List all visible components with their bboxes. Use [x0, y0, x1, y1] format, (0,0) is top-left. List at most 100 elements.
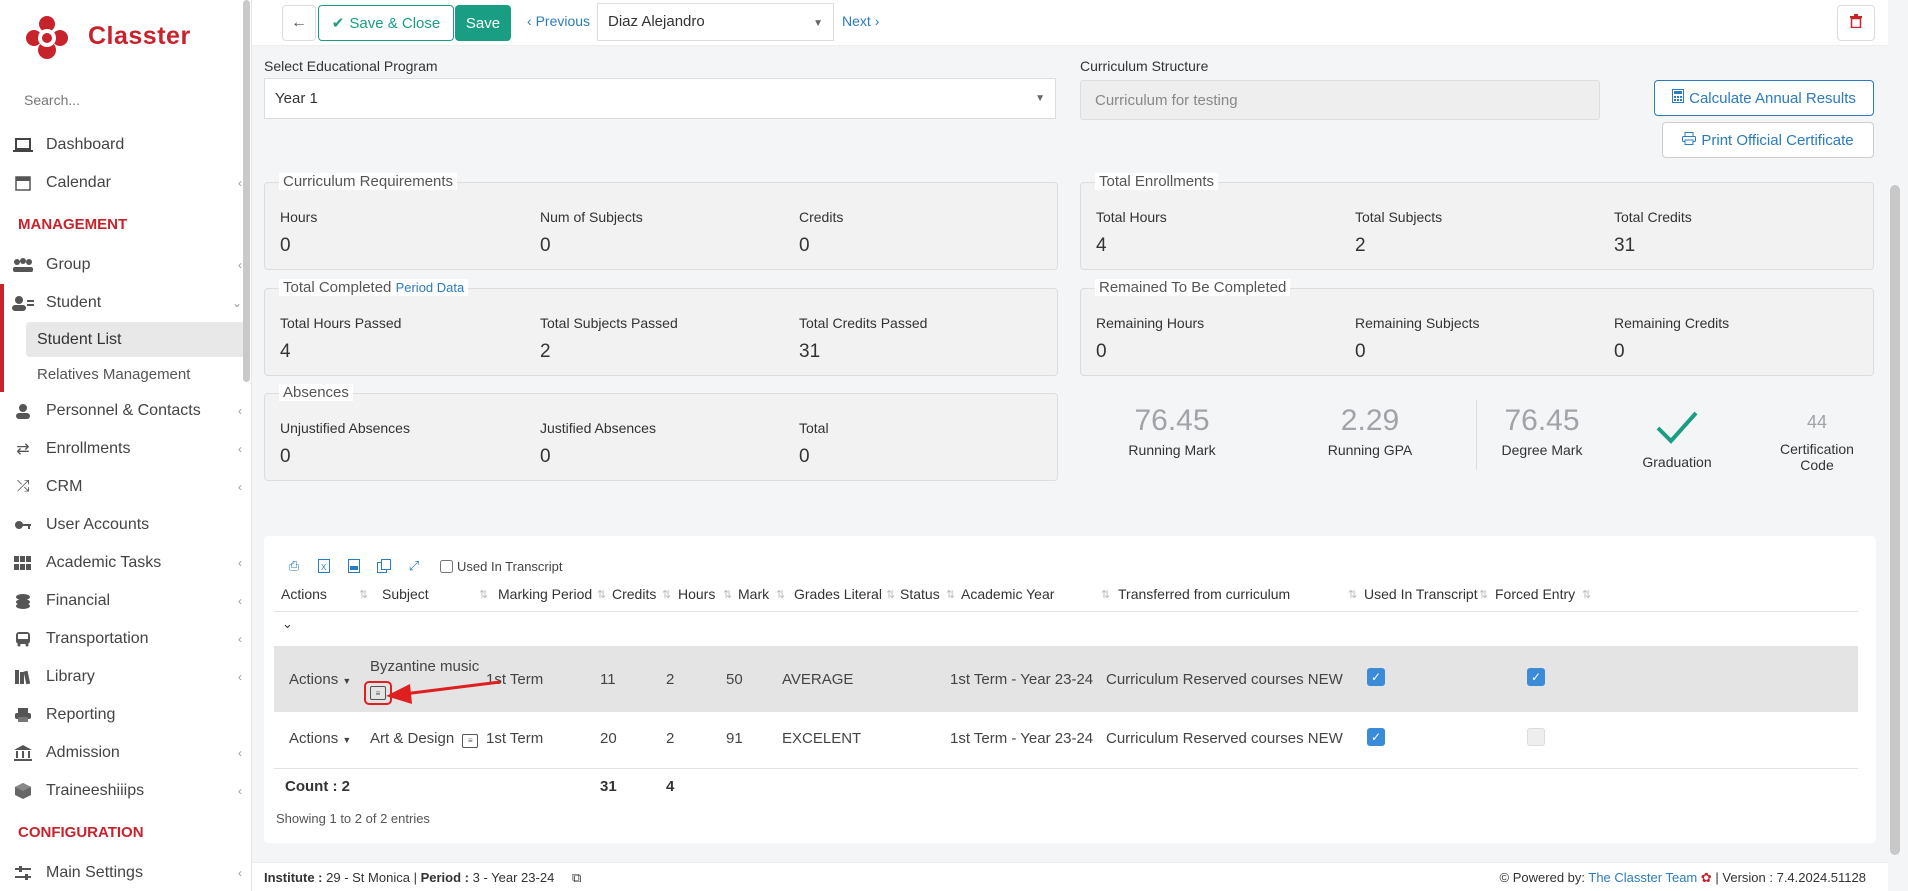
sort-icon[interactable]: ⇅ — [359, 588, 368, 601]
nav-reporting[interactable]: Reporting — [0, 696, 252, 734]
stat-label: Remaining Subjects — [1355, 315, 1480, 331]
degree-mark-value: 76.45 — [1504, 404, 1580, 437]
back-button[interactable]: ← — [282, 5, 316, 41]
sort-icon[interactable]: ⇅ — [1582, 588, 1591, 601]
save-button[interactable]: Save — [455, 5, 511, 41]
logo[interactable]: Classter — [24, 10, 191, 62]
footer-credits: © Powered by: The Classter Team ✿ | Vers… — [1500, 870, 1866, 886]
nav-calendar[interactable]: Calendar ‹ — [0, 164, 252, 202]
stat-value: 0 — [540, 446, 551, 467]
table-row[interactable]: Actions ▼ Art & Design ≡ 1st Term 20 2 9… — [274, 712, 1858, 768]
period-data-link[interactable]: Period Data — [396, 280, 465, 295]
bank-icon — [10, 743, 36, 763]
next-link[interactable]: Next › — [842, 13, 879, 29]
sort-icon[interactable]: ⇅ — [597, 588, 606, 601]
previous-label: Previous — [535, 13, 591, 29]
col-hours[interactable]: Hours — [678, 586, 715, 602]
nav-crm[interactable]: ⤮ CRM ‹ — [0, 468, 252, 506]
col-used-in-transcript[interactable]: Used In Transcript — [1364, 586, 1478, 602]
actions-dropdown[interactable]: Actions ▼ — [289, 730, 351, 747]
stat-label: Unjustified Absences — [280, 420, 410, 436]
nav-personnel[interactable]: Personnel & Contacts ‹ — [0, 392, 252, 430]
nav-relatives-management[interactable]: Relatives Management — [4, 357, 252, 392]
nav-financial[interactable]: Financial ‹ — [0, 582, 252, 620]
collapse-chevron-icon[interactable]: ⌄ — [282, 616, 293, 632]
sort-icon[interactable]: ⇅ — [1101, 588, 1110, 601]
nav-transportation[interactable]: Transportation ‹ — [0, 620, 252, 658]
previous-link[interactable]: ‹ Previous — [527, 13, 590, 29]
year-cell: 1st Term - Year 23-24 — [950, 730, 1094, 747]
laptop-icon — [10, 135, 36, 155]
curriculum-field[interactable]: Curriculum for testing — [1080, 80, 1600, 120]
team-link[interactable]: The Classter Team — [1588, 870, 1697, 885]
nav-enrollments[interactable]: ⇄ Enrollments ‹ — [0, 430, 252, 468]
print-certificate-button[interactable]: Print Official Certificate — [1662, 122, 1874, 158]
cert-value: 44 — [1806, 412, 1828, 432]
col-forced-entry[interactable]: Forced Entry — [1495, 586, 1575, 602]
copy-icon[interactable]: ⧉ — [572, 870, 581, 885]
used-in-transcript-filter[interactable]: Used In Transcript — [440, 559, 563, 574]
nav-group[interactable]: Group ‹ — [0, 246, 252, 284]
copy-icon[interactable] — [374, 556, 394, 576]
mark-cell: 91 — [726, 730, 743, 747]
nav-traineeships[interactable]: Traineeshiiips ‹ — [0, 772, 252, 810]
stat-value: 0 — [1096, 341, 1107, 362]
sort-icon[interactable]: ⇅ — [723, 588, 732, 601]
running-mark-value: 76.45 — [1134, 404, 1210, 437]
powered-label: Powered by: — [1512, 870, 1585, 885]
col-credits[interactable]: Credits — [612, 586, 656, 602]
nav-student-list[interactable]: Student List — [26, 322, 248, 357]
nav-main-settings[interactable]: Main Settings ‹ — [0, 854, 252, 891]
nav-dashboard[interactable]: Dashboard — [0, 126, 252, 164]
col-status[interactable]: Status — [900, 586, 940, 602]
nav-admission[interactable]: Admission ‹ — [0, 734, 252, 772]
chevron-left-icon: ‹ — [238, 670, 242, 684]
calculate-annual-results-button[interactable]: Calculate Annual Results — [1654, 80, 1874, 116]
col-academic-year[interactable]: Academic Year — [961, 586, 1054, 602]
col-grades-literal[interactable]: Grades Literal — [794, 586, 882, 602]
comment-icon[interactable]: ≡ — [462, 733, 479, 748]
col-mark[interactable]: Mark — [738, 586, 769, 602]
actions-dropdown[interactable]: Actions ▼ — [289, 671, 351, 688]
program-select[interactable]: Year 1 ▼ — [264, 78, 1056, 119]
search-input[interactable] — [24, 90, 224, 110]
col-transferred[interactable]: Transferred from curriculum — [1118, 586, 1290, 602]
nav-library[interactable]: Library ‹ — [0, 658, 252, 696]
used-in-transcript-checkbox[interactable]: ✓ — [1367, 668, 1385, 686]
sort-icon[interactable]: ⇅ — [1348, 588, 1357, 601]
sort-icon[interactable]: ⇅ — [886, 588, 895, 601]
forced-entry-checkbox[interactable]: ✓ — [1527, 668, 1545, 686]
col-actions[interactable]: Actions — [281, 586, 327, 602]
stat-label: Num of Subjects — [540, 209, 643, 225]
nav-label: Calendar — [46, 174, 111, 191]
used-in-transcript-checkbox[interactable]: ✓ — [1367, 728, 1385, 746]
classter-logo-icon — [24, 10, 70, 62]
excel-icon[interactable]: X — [314, 556, 334, 576]
main-scrollbar[interactable] — [1890, 185, 1900, 855]
col-subject[interactable]: Subject — [382, 586, 429, 602]
nav-user-accounts[interactable]: User Accounts — [0, 506, 252, 544]
sort-icon[interactable]: ⇅ — [946, 588, 955, 601]
nav-student[interactable]: Student ⌄ — [0, 284, 252, 322]
used-in-transcript-checkbox[interactable] — [440, 559, 453, 573]
expand-icon[interactable]: ⤢ — [404, 556, 424, 576]
sort-icon[interactable]: ⇅ — [662, 588, 671, 601]
sidebar-scrollbar[interactable] — [243, 0, 250, 382]
print-icon[interactable]: ⎙ — [284, 556, 304, 576]
sort-icon[interactable]: ⇅ — [479, 588, 488, 601]
stat-label: Total Subjects Passed — [540, 315, 678, 331]
delete-button[interactable] — [1837, 5, 1875, 41]
caret-down-icon: ▼ — [342, 676, 352, 686]
sort-icon[interactable]: ⇅ — [776, 588, 785, 601]
sort-icon[interactable]: ⇅ — [1479, 588, 1488, 601]
csv-icon[interactable] — [344, 556, 364, 576]
forced-entry-checkbox[interactable] — [1527, 728, 1545, 746]
panel-title-text: Total Completed — [283, 279, 392, 296]
footer-divider — [274, 768, 1858, 769]
col-marking-period[interactable]: Marking Period — [498, 586, 592, 602]
nav-academic-tasks[interactable]: Academic Tasks ‹ — [0, 544, 252, 582]
nav-label: Reporting — [46, 706, 116, 723]
table-row[interactable]: Actions ▼ Byzantine music ≡ 1st Term 11 … — [274, 646, 1858, 712]
student-select[interactable]: Diaz Alejandro ▼ — [597, 3, 834, 41]
save-close-button[interactable]: ✔ Save & Close — [318, 5, 454, 41]
